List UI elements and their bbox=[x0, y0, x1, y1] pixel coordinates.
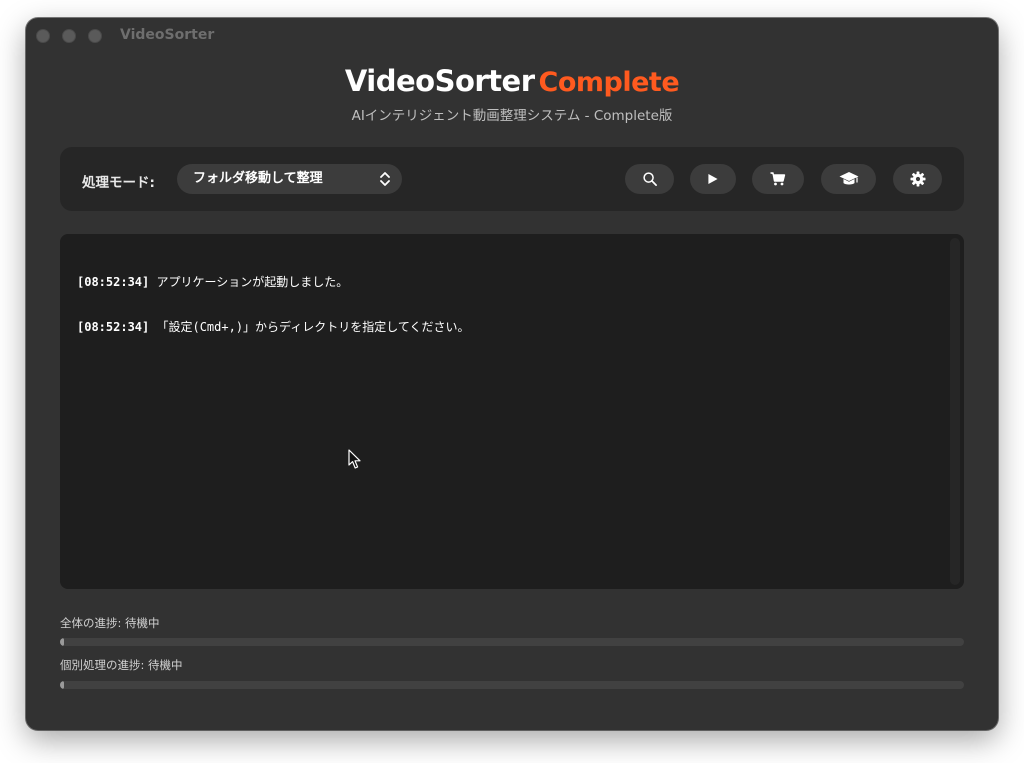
log-message: アプリケーションが起動しました。 bbox=[149, 275, 349, 289]
cart-icon bbox=[770, 172, 786, 186]
log-line: [08:52:34] アプリケーションが起動しました。 bbox=[77, 275, 470, 290]
log-timestamp: [08:52:34] bbox=[77, 320, 150, 334]
overall-progress-label: 全体の進捗: 待機中 bbox=[60, 616, 160, 630]
minimize-window-button[interactable] bbox=[62, 29, 76, 43]
log-message: 「設定(Cmd+,)」からディレクトリを指定してください。 bbox=[149, 320, 470, 334]
gear-icon bbox=[910, 171, 925, 187]
overall-progress-bar bbox=[60, 638, 964, 646]
log-lines: [08:52:34] アプリケーションが起動しました。 [08:52:34] 「… bbox=[77, 245, 470, 365]
log-view[interactable]: [08:52:34] アプリケーションが起動しました。 [08:52:34] 「… bbox=[60, 234, 964, 589]
app-window: VideoSorter VideoSorter Complete AIインテリジェ… bbox=[26, 18, 998, 730]
search-icon bbox=[642, 172, 657, 186]
log-scrollbar[interactable] bbox=[950, 238, 960, 585]
overall-progress-fill bbox=[60, 638, 64, 646]
app-header: VideoSorter Complete AIインテリジェント動画整理システム -… bbox=[26, 64, 998, 124]
app-title: VideoSorter Complete bbox=[26, 64, 998, 98]
titlebar[interactable]: VideoSorter bbox=[26, 18, 998, 54]
log-line: [08:52:34] 「設定(Cmd+,)」からディレクトリを指定してください。 bbox=[77, 320, 470, 335]
settings-button[interactable] bbox=[893, 164, 942, 194]
app-subtitle: AIインテリジェント動画整理システム - Complete版 bbox=[351, 108, 673, 124]
store-button[interactable] bbox=[752, 164, 804, 194]
mode-select[interactable]: フォルダ移動して整理 bbox=[177, 164, 402, 194]
mode-select-value: フォルダ移動して整理 bbox=[193, 171, 323, 186]
mouse-cursor-icon bbox=[348, 449, 361, 469]
mode-label: 処理モード: bbox=[82, 175, 155, 191]
toolbar: 処理モード: フォルダ移動して整理 bbox=[60, 147, 964, 211]
tutorial-button[interactable] bbox=[821, 164, 876, 194]
window-title: VideoSorter bbox=[120, 27, 215, 43]
log-timestamp: [08:52:34] bbox=[77, 275, 150, 289]
chevron-up-down-icon bbox=[380, 172, 390, 186]
item-progress-fill bbox=[60, 681, 64, 689]
play-icon bbox=[708, 173, 718, 185]
search-button[interactable] bbox=[625, 164, 674, 194]
item-progress-label: 個別処理の進捗: 待機中 bbox=[60, 658, 183, 672]
graduation-cap-icon bbox=[839, 172, 858, 185]
close-window-button[interactable] bbox=[36, 29, 50, 43]
app-title-accent: Complete bbox=[538, 67, 680, 98]
zoom-window-button[interactable] bbox=[88, 29, 102, 43]
item-progress-bar bbox=[60, 681, 964, 689]
start-button[interactable] bbox=[690, 164, 736, 194]
app-title-main: VideoSorter bbox=[344, 64, 535, 98]
